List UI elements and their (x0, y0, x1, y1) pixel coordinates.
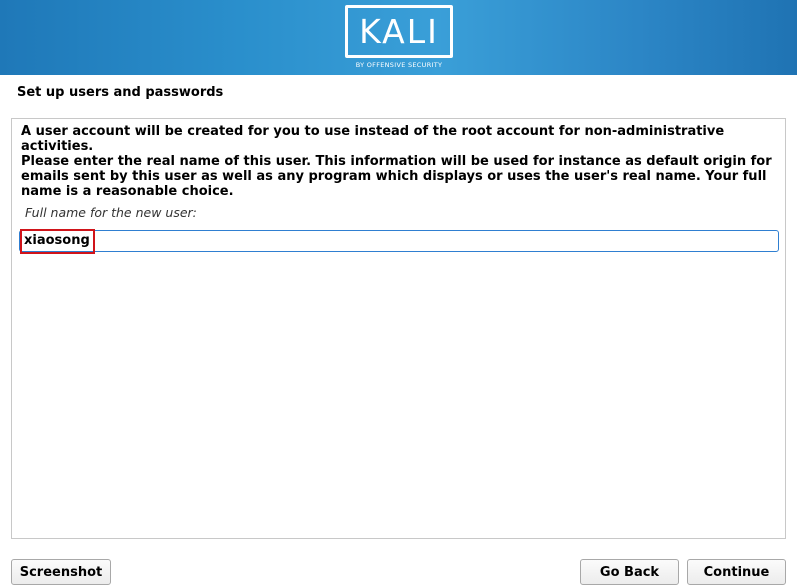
info-paragraph-1: A user account will be created for you t… (21, 124, 725, 154)
go-back-button[interactable]: Go Back (580, 559, 679, 585)
kali-logo: KALI (345, 5, 453, 58)
info-paragraph-2: Please enter the real name of this user.… (21, 154, 772, 199)
full-name-input[interactable]: xiaosong (19, 230, 779, 252)
full-name-label: Full name for the new user: (25, 205, 197, 220)
logo-subtitle: BY OFFENSIVE SECURITY (355, 61, 443, 69)
annotation-highlight-box (20, 229, 95, 254)
header-banner: KALI BY OFFENSIVE SECURITY (0, 0, 797, 75)
continue-button[interactable]: Continue (687, 559, 786, 585)
screenshot-button[interactable]: Screenshot (11, 559, 111, 585)
content-panel: A user account will be created for you t… (11, 118, 786, 539)
page-title: Set up users and passwords (17, 85, 224, 100)
logo-text: KALI (359, 12, 439, 51)
